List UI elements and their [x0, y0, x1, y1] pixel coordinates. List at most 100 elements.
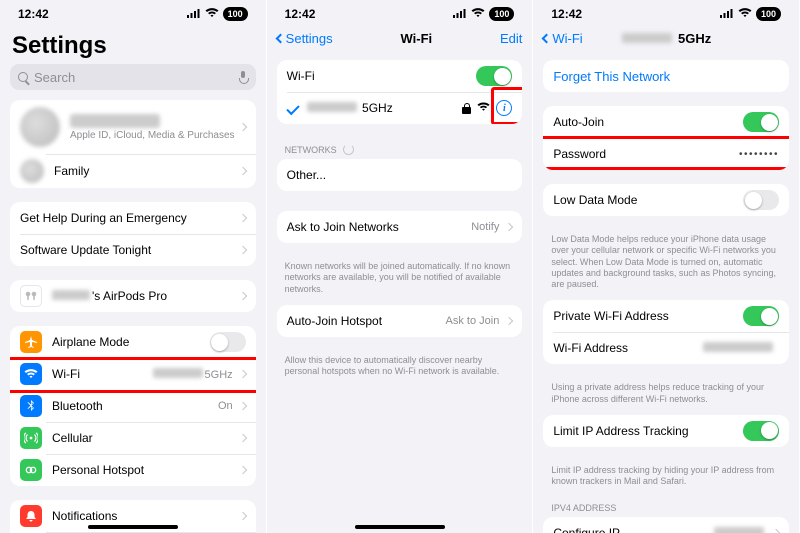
password-label: Password [553, 147, 739, 161]
lock-icon [462, 103, 471, 114]
cellular-label: Cellular [52, 431, 237, 445]
wifi-signal-icon [471, 7, 485, 21]
wifi-value: 5GHz [153, 368, 233, 381]
emergency-help-row[interactable]: Get Help During an Emergency [10, 202, 256, 234]
hotspot-icon [20, 459, 42, 481]
wifi-address-row[interactable]: Wi-Fi Address [543, 332, 789, 364]
apple-id-row[interactable]: Apple ID, iCloud, Media & Purchases [10, 100, 256, 154]
wifi-icon [20, 363, 42, 385]
chevron-right-icon [238, 370, 246, 378]
cellular-icon [20, 427, 42, 449]
forget-network-row[interactable]: Forget This Network [543, 60, 789, 92]
checkmark-icon [286, 101, 299, 114]
ipv4-header: IPV4 ADDRESS [533, 497, 799, 517]
family-avatar [20, 159, 44, 183]
chevron-right-icon [772, 529, 780, 533]
other-network-row[interactable]: Other... [277, 159, 523, 191]
airplane-mode-row[interactable]: Airplane Mode [10, 326, 256, 358]
chevron-right-icon [238, 512, 246, 520]
back-button[interactable]: Settings [277, 31, 333, 46]
chevron-right-icon [238, 214, 246, 222]
airplane-toggle[interactable] [210, 332, 246, 352]
chevron-right-icon [238, 434, 246, 442]
airplane-label: Airplane Mode [52, 335, 210, 349]
notifications-label: Notifications [52, 509, 237, 523]
wifi-address-value [703, 342, 775, 355]
airpods-row[interactable]: 's AirPods Pro [10, 280, 256, 312]
wifi-strength-icon [477, 101, 490, 115]
back-label: Settings [286, 31, 333, 46]
other-label: Other... [287, 168, 513, 182]
cellular-row[interactable]: Cellular [10, 422, 256, 454]
family-row[interactable]: Family [10, 154, 256, 188]
search-input[interactable]: Search [10, 64, 256, 90]
auto-hotspot-footer: Allow this device to automatically disco… [267, 351, 533, 388]
status-bar: 12:42 100 [267, 0, 533, 24]
search-icon [18, 72, 28, 82]
cellular-signal-icon [720, 7, 734, 21]
nav-title: Wi-Fi [400, 31, 432, 46]
battery-icon: 100 [756, 7, 781, 21]
auto-join-hotspot-row[interactable]: Auto-Join Hotspot Ask to Join [277, 305, 523, 337]
home-indicator[interactable] [88, 525, 178, 529]
password-value: •••••••• [739, 149, 779, 160]
private-address-toggle[interactable] [743, 306, 779, 326]
wifi-row[interactable]: Wi-Fi 5GHz [10, 358, 256, 390]
nav-bar: Settings Wi-Fi Edit [267, 24, 533, 52]
ask-to-join-row[interactable]: Ask to Join Networks Notify [277, 211, 523, 243]
forget-network-label: Forget This Network [553, 69, 670, 84]
screen-wifi-list: 12:42 100 Settings Wi-Fi Edit Wi-Fi 5GHz [267, 0, 534, 533]
low-data-toggle[interactable] [743, 190, 779, 210]
nav-bar: Wi-Fi 5GHz [533, 24, 799, 52]
edit-button[interactable]: Edit [500, 31, 522, 46]
configure-ip-value [714, 527, 766, 533]
chevron-right-icon [238, 466, 246, 474]
limit-tracking-label: Limit IP Address Tracking [553, 424, 743, 438]
info-icon[interactable]: i [496, 100, 512, 116]
back-button[interactable]: Wi-Fi [543, 31, 582, 46]
hotspot-row[interactable]: Personal Hotspot [10, 454, 256, 486]
wifi-toggle-label: Wi-Fi [287, 69, 477, 83]
software-update-row[interactable]: Software Update Tonight [10, 234, 256, 266]
networks-header: NETWORKS [267, 138, 533, 159]
limit-tracking-footer: Limit IP address tracking by hiding your… [533, 461, 799, 498]
wifi-label: Wi-Fi [52, 367, 153, 381]
chevron-left-icon [275, 33, 285, 43]
wifi-signal-icon [205, 7, 219, 21]
chevron-right-icon [238, 292, 246, 300]
chevron-right-icon [238, 246, 246, 254]
low-data-footer: Low Data Mode helps reduce your iPhone d… [533, 230, 799, 300]
auto-join-toggle[interactable] [743, 112, 779, 132]
page-title: Settings [0, 24, 266, 64]
limit-tracking-row[interactable]: Limit IP Address Tracking [543, 415, 789, 447]
screen-wifi-detail: 12:42 100 Wi-Fi 5GHz Forget This Network [533, 0, 800, 533]
wifi-toggle[interactable] [476, 66, 512, 86]
wifi-toggle-row[interactable]: Wi-Fi [277, 60, 523, 92]
limit-tracking-toggle[interactable] [743, 421, 779, 441]
low-data-row[interactable]: Low Data Mode [543, 184, 789, 216]
wifi-address-label: Wi-Fi Address [553, 341, 703, 355]
private-address-label: Private Wi-Fi Address [553, 309, 743, 323]
spinner-icon [343, 144, 354, 155]
status-bar: 12:42 100 [533, 0, 799, 24]
cellular-signal-icon [187, 7, 201, 21]
bluetooth-row[interactable]: Bluetooth On [10, 390, 256, 422]
airpods-label: 's AirPods Pro [52, 289, 237, 303]
ask-to-join-value: Notify [471, 221, 499, 233]
family-label: Family [54, 164, 237, 178]
password-row[interactable]: Password •••••••• [543, 138, 789, 170]
private-address-row[interactable]: Private Wi-Fi Address [543, 300, 789, 332]
configure-ip-row[interactable]: Configure IP [543, 517, 789, 533]
emergency-help-label: Get Help During an Emergency [20, 211, 237, 225]
connected-network-row[interactable]: 5GHz i [277, 92, 523, 124]
home-indicator[interactable] [355, 525, 445, 529]
mic-icon[interactable] [239, 71, 248, 84]
software-update-label: Software Update Tonight [20, 243, 237, 257]
bluetooth-label: Bluetooth [52, 399, 218, 413]
chevron-right-icon [505, 223, 513, 231]
airplane-icon [20, 331, 42, 353]
ask-to-join-label: Ask to Join Networks [287, 220, 472, 234]
auto-join-hotspot-value: Ask to Join [446, 315, 500, 327]
nav-title: 5GHz [622, 31, 711, 46]
auto-join-row[interactable]: Auto-Join [543, 106, 789, 138]
